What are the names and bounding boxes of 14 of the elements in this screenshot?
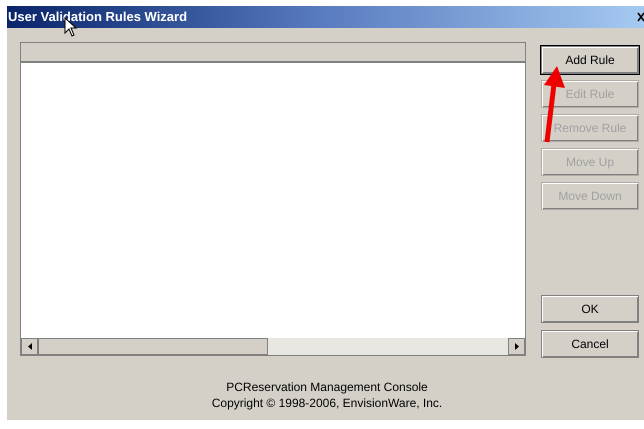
- footer-text: Copyright © 1998-2006, EnvisionWare, Inc.: [212, 395, 442, 411]
- rules-list[interactable]: [20, 42, 526, 356]
- right-arrow-icon: [514, 343, 518, 350]
- scroll-right-button[interactable]: [508, 338, 525, 355]
- close-icon[interactable]: [637, 12, 644, 22]
- horizontal-scrollbar[interactable]: [21, 338, 525, 355]
- rule-button[interactable]: Add Rule: [541, 46, 639, 74]
- window-title: User Validation Rules Wizard: [7, 8, 188, 26]
- footer-text: PCReservation Management Console: [226, 379, 428, 395]
- cancel-button[interactable]: Cancel: [541, 330, 639, 358]
- scroll-left-button[interactable]: [21, 338, 38, 355]
- left-arrow-icon: [28, 343, 32, 350]
- ok-button[interactable]: OK: [541, 295, 639, 323]
- scroll-thumb[interactable]: [38, 338, 268, 355]
